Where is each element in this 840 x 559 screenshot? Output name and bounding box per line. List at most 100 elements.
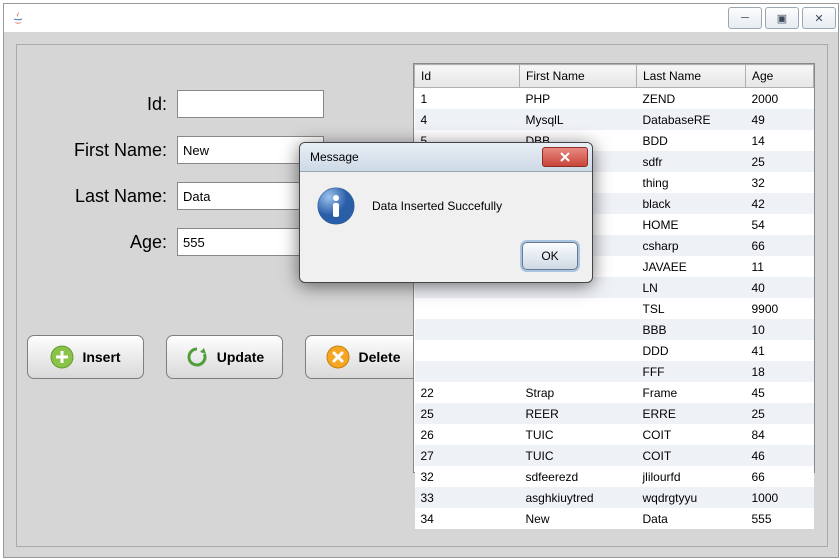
dialog-close-button[interactable] (542, 147, 588, 167)
cell-id: 27 (415, 445, 520, 466)
message-dialog: Message Data Inserted Succefully OK (299, 142, 593, 283)
cell-first: Strap (520, 382, 637, 403)
table-row[interactable]: 1PHPZEND2000 (415, 88, 814, 110)
cell-id (415, 361, 520, 382)
delete-button-label: Delete (358, 349, 400, 365)
id-input[interactable] (177, 90, 324, 118)
cell-age: 54 (746, 214, 814, 235)
cell-last: BBB (637, 319, 746, 340)
cell-last: FFF (637, 361, 746, 382)
col-first[interactable]: First Name (520, 65, 637, 88)
titlebar: ─ ▣ ✕ (4, 4, 838, 33)
cell-first (520, 361, 637, 382)
cell-age: 2000 (746, 88, 814, 110)
update-button-label: Update (217, 349, 264, 365)
dialog-title: Message (310, 150, 359, 164)
cell-id (415, 340, 520, 361)
col-last[interactable]: Last Name (637, 65, 746, 88)
data-table[interactable]: Id First Name Last Name Age 1PHPZEND2000… (414, 64, 814, 529)
delete-icon (326, 345, 350, 369)
cell-age: 49 (746, 109, 814, 130)
cell-last: DDD (637, 340, 746, 361)
cell-last: thing (637, 172, 746, 193)
cell-last: HOME (637, 214, 746, 235)
dialog-message: Data Inserted Succefully (372, 199, 502, 213)
cell-last: jlilourfd (637, 466, 746, 487)
cell-last: csharp (637, 235, 746, 256)
info-icon (316, 186, 356, 226)
cell-id (415, 298, 520, 319)
col-id[interactable]: Id (415, 65, 520, 88)
cell-last: black (637, 193, 746, 214)
cell-age: 42 (746, 193, 814, 214)
cell-age: 11 (746, 256, 814, 277)
cell-age: 10 (746, 319, 814, 340)
dialog-titlebar: Message (300, 143, 592, 172)
cell-id: 22 (415, 382, 520, 403)
last-name-label: Last Name: (37, 186, 177, 207)
dialog-ok-label: OK (541, 249, 558, 263)
cell-age: 66 (746, 235, 814, 256)
table-row[interactable]: TSL9900 (415, 298, 814, 319)
cell-age: 1000 (746, 487, 814, 508)
cell-age: 84 (746, 424, 814, 445)
table-row[interactable]: 27TUICCOIT46 (415, 445, 814, 466)
table-row[interactable]: 26TUICCOIT84 (415, 424, 814, 445)
close-button[interactable]: ✕ (802, 7, 836, 29)
cell-first: MysqlL (520, 109, 637, 130)
cell-first: REER (520, 403, 637, 424)
cell-first: TUIC (520, 424, 637, 445)
cell-last: wqdrgtyyu (637, 487, 746, 508)
minimize-button[interactable]: ─ (728, 7, 762, 29)
cell-id: 4 (415, 109, 520, 130)
insert-button-label: Insert (82, 349, 120, 365)
cell-last: ERRE (637, 403, 746, 424)
dialog-button-row: OK (300, 236, 592, 282)
cell-age: 14 (746, 130, 814, 151)
cell-age: 9900 (746, 298, 814, 319)
cell-last: Frame (637, 382, 746, 403)
cell-age: 555 (746, 508, 814, 529)
cell-age: 46 (746, 445, 814, 466)
table-row[interactable]: BBB10 (415, 319, 814, 340)
table-row[interactable]: 4MysqlLDatabaseRE49 (415, 109, 814, 130)
cell-last: ZEND (637, 88, 746, 110)
cell-first: asghkiuytred (520, 487, 637, 508)
main-panel: Id: First Name: Last Name: Age: (16, 44, 828, 547)
dialog-ok-button[interactable]: OK (522, 242, 578, 270)
table-row[interactable]: 34NewData555 (415, 508, 814, 529)
cell-age: 40 (746, 277, 814, 298)
delete-button[interactable]: Delete (305, 335, 422, 379)
table-row[interactable]: 33asghkiuytredwqdrgtyyu1000 (415, 487, 814, 508)
cell-last: COIT (637, 424, 746, 445)
cell-age: 18 (746, 361, 814, 382)
cell-id: 32 (415, 466, 520, 487)
cell-id: 25 (415, 403, 520, 424)
col-age[interactable]: Age (746, 65, 814, 88)
cell-last: JAVAEE (637, 256, 746, 277)
cell-age: 25 (746, 403, 814, 424)
table-row[interactable]: 32sdfeerezdjlilourfd66 (415, 466, 814, 487)
table-row[interactable]: 25REERERRE25 (415, 403, 814, 424)
update-button[interactable]: Update (166, 335, 283, 379)
cell-last: Data (637, 508, 746, 529)
cell-first: sdfeerezd (520, 466, 637, 487)
plus-icon (50, 345, 74, 369)
refresh-icon (185, 345, 209, 369)
table-row[interactable]: 22StrapFrame45 (415, 382, 814, 403)
java-app-icon (10, 10, 26, 26)
insert-button[interactable]: Insert (27, 335, 144, 379)
cell-first (520, 340, 637, 361)
table-row[interactable]: FFF18 (415, 361, 814, 382)
cell-age: 32 (746, 172, 814, 193)
cell-last: sdfr (637, 151, 746, 172)
window-controls: ─ ▣ ✕ (725, 7, 836, 29)
maximize-button[interactable]: ▣ (765, 7, 799, 29)
table-row[interactable]: DDD41 (415, 340, 814, 361)
cell-id: 34 (415, 508, 520, 529)
client-area: Id: First Name: Last Name: Age: (4, 32, 838, 557)
cell-first: TUIC (520, 445, 637, 466)
id-label: Id: (37, 94, 177, 115)
dialog-body: Data Inserted Succefully (300, 172, 592, 236)
cell-last: COIT (637, 445, 746, 466)
